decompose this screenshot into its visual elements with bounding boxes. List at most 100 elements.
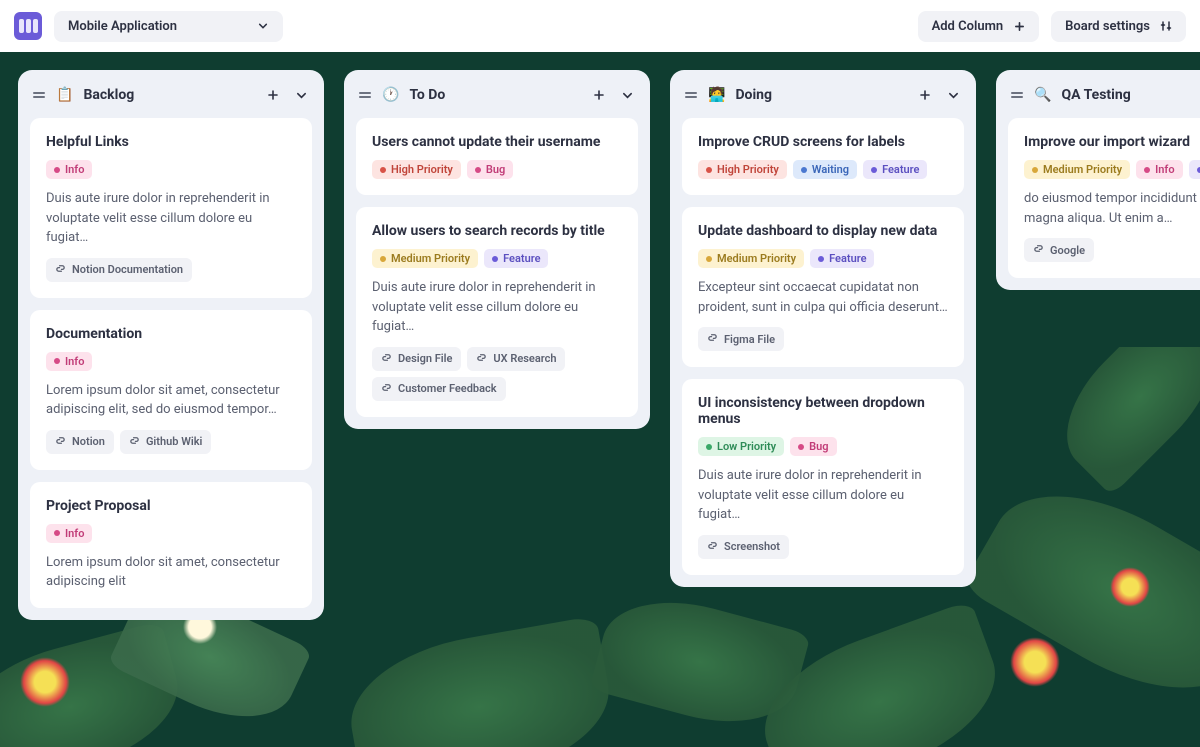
board-settings-button[interactable]: Board settings [1051,11,1186,42]
tag-list: Medium Priority Info Feature [1024,160,1200,179]
column-title: QA Testing [1061,87,1200,103]
add-card-button[interactable] [590,86,608,104]
column-emoji: 📋 [56,87,73,103]
attachment[interactable]: Figma File [698,327,784,351]
attachment[interactable]: Screenshot [698,535,789,559]
column: 🕐To DoUsers cannot update their username… [344,70,650,429]
tag-list: High Priority Bug [372,160,622,179]
tag-list: Info [46,524,296,543]
tag-list: High Priority Waiting Feature [698,160,948,179]
tag[interactable]: Info [1136,160,1182,179]
attachment-label: UX Research [493,352,556,365]
tag[interactable]: Bug [790,437,836,456]
add-card-button[interactable] [916,86,934,104]
column-menu-button[interactable] [944,86,962,104]
tag[interactable]: Bug [467,160,513,179]
card[interactable]: Helpful LinksInfoDuis aute irure dolor i… [30,118,312,298]
column-header: 🧑‍💻Doing [682,82,964,106]
tag[interactable]: Info [46,524,92,543]
column-menu-button[interactable] [618,86,636,104]
dot-icon [1144,167,1150,173]
drag-handle-icon[interactable] [684,92,698,98]
card-description: Duis aute irure dolor in reprehenderit i… [372,278,622,337]
tag[interactable]: Feature [810,249,874,268]
link-icon [381,382,392,396]
kanban-board[interactable]: 📋BacklogHelpful LinksInfoDuis aute irure… [0,52,1200,747]
attachment[interactable]: Customer Feedback [372,377,506,401]
tag[interactable]: Feature [1189,160,1200,179]
sliders-icon [1160,20,1172,32]
attachment[interactable]: Github Wiki [120,430,211,454]
card-title: Helpful Links [46,134,296,150]
board-selector[interactable]: Mobile Application [54,11,283,42]
drag-handle-icon[interactable] [358,92,372,98]
card[interactable]: Allow users to search records by titleMe… [356,207,638,417]
card-title: Documentation [46,326,296,342]
card[interactable]: Improve CRUD screens for labels High Prio… [682,118,964,195]
add-card-button[interactable] [264,86,282,104]
drag-handle-icon[interactable] [32,92,46,98]
tag-list: Info [46,160,296,179]
link-icon [476,352,487,366]
card[interactable]: Documentation Info Lorem ipsum dolor sit a… [30,310,312,470]
attachment[interactable]: UX Research [467,347,565,371]
tag[interactable]: Info [46,160,92,179]
tag[interactable]: Feature [484,249,548,268]
tag-label: Info [65,163,84,176]
link-icon [1033,243,1044,257]
dot-icon [818,256,824,262]
dot-icon [706,167,712,173]
tag[interactable]: Low Priority [698,437,784,456]
card-title: Improve our import wizard [1024,134,1200,150]
chevron-down-icon [257,20,269,32]
attachment-label: Figma File [724,333,775,346]
column: 🧑‍💻Doing Improve CRUD screens for labels H… [670,70,976,587]
tag[interactable]: Waiting [793,160,857,179]
card[interactable]: UI inconsistency between dropdown menusL… [682,379,964,575]
drag-handle-icon[interactable] [1010,92,1024,98]
plus-icon [1013,20,1025,32]
tag-label: Bug [486,163,505,176]
card[interactable]: Project ProposalInfoLorem ipsum dolor si… [30,482,312,608]
tag[interactable]: Info [46,352,92,371]
card[interactable]: Users cannot update their usernameHigh P… [356,118,638,195]
attachment-label: Notion [72,435,105,448]
tag[interactable]: Medium Priority [698,249,804,268]
tag[interactable]: Medium Priority [372,249,478,268]
link-icon [707,332,718,346]
tag-list: Medium Priority Feature [372,249,622,268]
tag-label: Info [65,527,84,540]
card-description: Lorem ipsum dolor sit amet, consectetur … [46,381,296,420]
link-icon [707,540,718,554]
attachment[interactable]: Google [1024,238,1094,262]
attachment-list: Figma File [698,327,948,351]
tag[interactable]: Medium Priority [1024,160,1130,179]
top-bar: Mobile Application Add Column Board sett… [0,0,1200,52]
card-title: Improve CRUD screens for labels [698,134,948,150]
dot-icon [871,167,877,173]
attachment-list: Screenshot [698,535,948,559]
attachment[interactable]: Design File [372,347,461,371]
attachment[interactable]: Notion Documentation [46,258,192,282]
column: 🔍QA TestingImprove our import wizardMedi… [996,70,1200,290]
app-logo[interactable] [14,12,42,40]
column-menu-button[interactable] [292,86,310,104]
add-column-button[interactable]: Add Column [918,11,1040,42]
card[interactable]: Update dashboard to display new dataMedi… [682,207,964,367]
attachment-label: Design File [398,352,452,365]
tag-label: Low Priority [717,440,776,453]
dot-icon [801,167,807,173]
attachment-list: Design File UX Research Customer Feedback [372,347,622,401]
attachment-label: Github Wiki [146,435,202,448]
attachment-label: Google [1050,244,1085,257]
tag[interactable]: High Priority [698,160,787,179]
column-title: To Do [409,87,580,103]
tag-list: Low Priority Bug [698,437,948,456]
card[interactable]: Improve our import wizard Medium Priority… [1008,118,1200,278]
tag-list: Medium Priority Feature [698,249,948,268]
add-column-label: Add Column [932,19,1004,34]
attachment[interactable]: Notion [46,430,114,454]
tag[interactable]: Feature [863,160,927,179]
tag-label: Info [1155,163,1174,176]
tag[interactable]: High Priority [372,160,461,179]
